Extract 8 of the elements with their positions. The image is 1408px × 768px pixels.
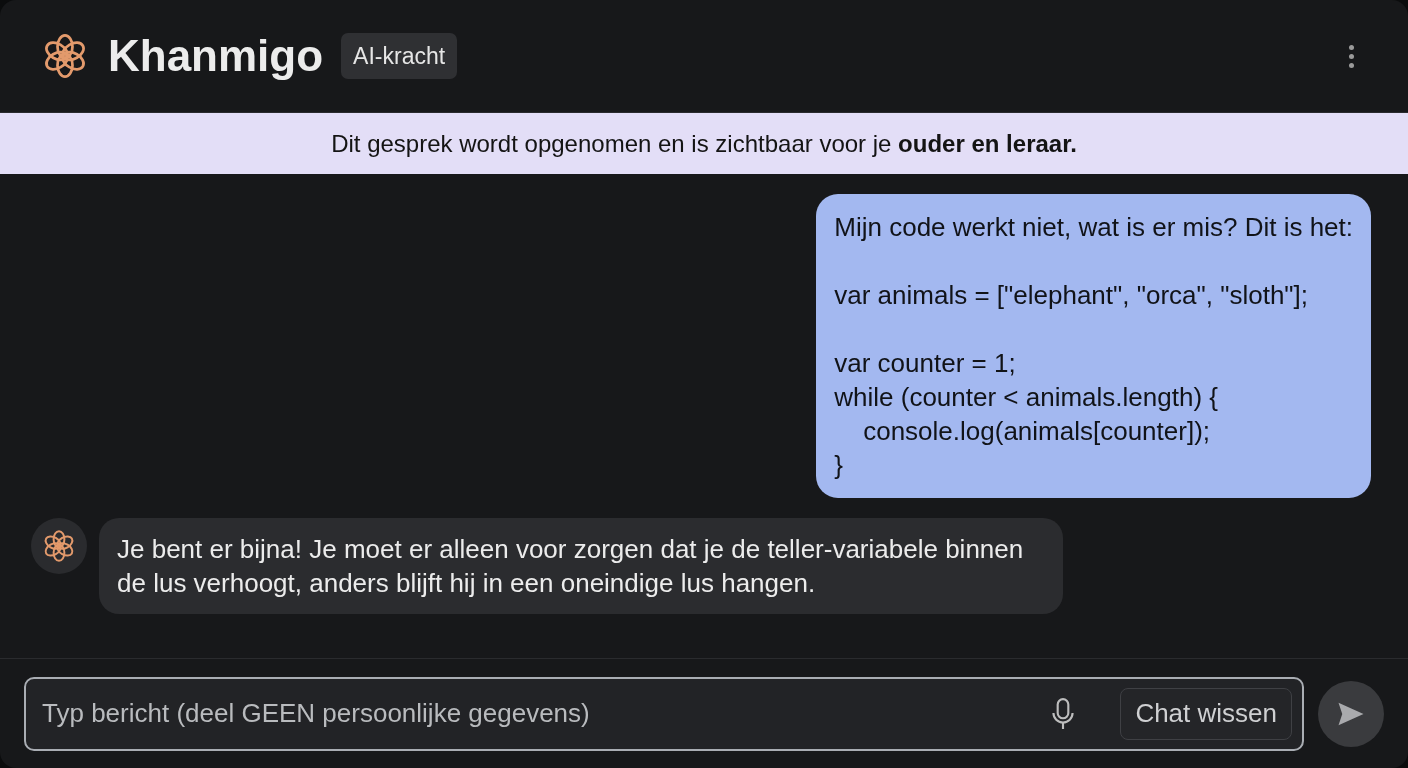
app-title: Khanmigo bbox=[108, 30, 324, 82]
user-message: Mijn code werkt niet, wat is er mis? Dit is het: var animals = ["elephant", "orca", "sloth"]; var counter = 1; while (counter < animals.length) { console.log(animals[counter]); } bbox=[816, 194, 1371, 498]
clear-chat-button[interactable]: Chat wissen bbox=[1120, 687, 1292, 740]
microphone-icon[interactable] bbox=[1050, 696, 1077, 731]
message-input[interactable]: Typ bericht (deel GEEN persoonlijke gegevens) Chat wissen bbox=[24, 676, 1304, 751]
recording-notice: Dit gesprek wordt opgenomen en is zichtbaar voor je ouder en leraar. bbox=[0, 113, 1408, 174]
assistant-message: Je bent er bijna! Je moet er alleen voor zorgen dat je de teller-variabele binnen de lus verhoogt, anders blijft hij in een oneindige lus hangen. bbox=[99, 518, 1063, 614]
ai-badge: AI-kracht bbox=[341, 32, 458, 80]
